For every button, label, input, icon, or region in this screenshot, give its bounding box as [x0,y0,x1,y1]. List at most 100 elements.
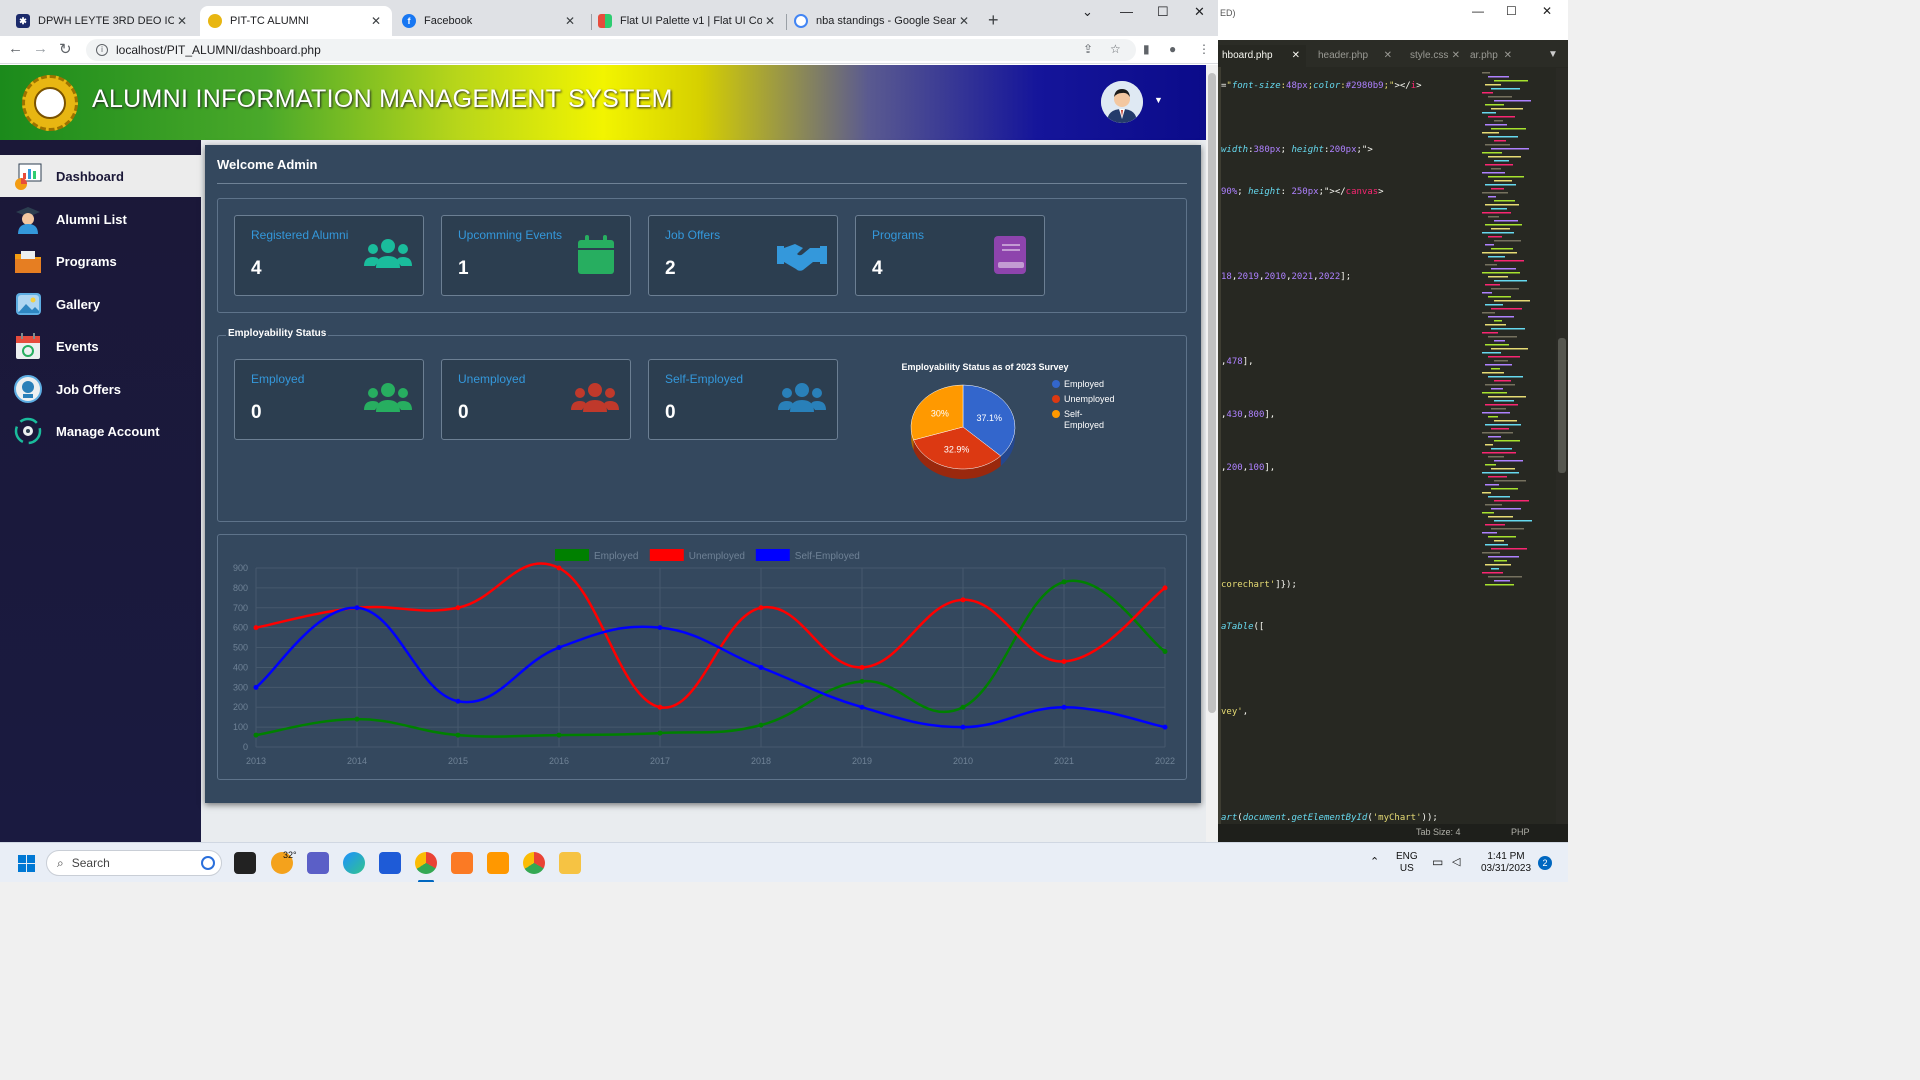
sidebar-item-alumni-list[interactable]: Alumni List [0,198,201,240]
user-avatar[interactable] [1101,81,1143,123]
data-point-unemployed[interactable] [960,597,966,603]
store-icon[interactable] [379,852,401,874]
stat-card-registered-alumni[interactable]: Registered Alumni 4 [234,215,424,296]
data-point-unemployed[interactable] [455,605,461,611]
task-view-icon[interactable] [234,852,256,874]
profile-icon[interactable]: ● [1169,42,1176,56]
legend-label[interactable]: Unemployed [689,551,745,562]
data-point-employed[interactable] [657,730,663,736]
tray-chevron-up-icon[interactable]: ⌃ [1370,856,1379,868]
tab-pit-tc-alumni[interactable]: PIT-TC ALUMNI ✕ [200,6,392,36]
forward-arrow-icon[interactable]: → [33,40,48,57]
legend-swatch[interactable] [755,549,790,561]
editor-close-button[interactable]: ✕ [1542,4,1552,18]
close-icon[interactable]: ✕ [368,14,384,28]
stat-card-upcomming-events[interactable]: Upcomming Events 1 [441,215,631,296]
taskbar-search-box[interactable]: ⌕ Search [46,850,222,876]
data-point-self-employed[interactable] [960,724,966,730]
data-point-self-employed[interactable] [253,684,259,690]
close-icon[interactable]: ✕ [762,14,778,28]
sidebar-item-gallery[interactable]: Gallery [0,283,201,325]
tab-search-chevron-icon[interactable]: ⌄ [1082,4,1093,20]
editor-scrollbar[interactable] [1556,68,1568,824]
sidebar-item-events[interactable]: Events [0,325,201,367]
maximize-button[interactable]: ☐ [1157,4,1169,20]
page-scrollbar[interactable] [1206,65,1218,842]
editor-tab-dashboard[interactable]: hboard.php ✕ [1218,45,1306,67]
editor-maximize-button[interactable]: ☐ [1506,4,1517,18]
data-point-self-employed[interactable] [859,704,865,710]
bookmark-star-icon[interactable]: ☆ [1110,42,1121,56]
data-point-unemployed[interactable] [758,605,764,611]
stat-card-programs[interactable]: Programs 4 [855,215,1045,296]
data-point-unemployed[interactable] [1061,658,1067,664]
tab-facebook[interactable]: f Facebook ✕ [394,6,586,36]
edge-icon[interactable] [343,852,365,874]
stat-card-job-offers[interactable]: Job Offers 2 [648,215,838,296]
data-point-employed[interactable] [960,704,966,710]
sidebar-item-programs[interactable]: Programs [0,240,201,282]
teams-icon[interactable] [307,852,329,874]
legend-label[interactable]: Employed [594,551,638,562]
address-bar[interactable]: i localhost/PIT_ALUMNI/dashboard.php [86,39,1136,61]
side-panel-icon[interactable]: ▮ [1143,42,1150,56]
minimize-button[interactable]: — [1120,4,1133,19]
data-point-unemployed[interactable] [859,664,865,670]
status-card-unemployed[interactable]: Unemployed 0 [441,359,631,440]
data-point-self-employed[interactable] [758,664,764,670]
code-minimap[interactable] [1476,68,1566,588]
tab-size-status[interactable]: Tab Size: 4 [1416,827,1461,837]
data-point-employed[interactable] [253,732,259,738]
file-explorer-icon[interactable] [559,852,581,874]
clock[interactable]: 1:41 PM 03/31/2023 [1476,851,1536,875]
close-icon[interactable]: ✕ [1504,45,1512,67]
data-point-unemployed[interactable] [657,704,663,710]
volume-icon[interactable]: ◁ [1452,856,1460,868]
close-icon[interactable]: ✕ [1384,45,1392,67]
new-tab-button[interactable]: + [988,10,999,31]
data-point-employed[interactable] [758,722,764,728]
close-icon[interactable]: ✕ [1452,45,1460,67]
data-point-unemployed[interactable] [1162,585,1168,591]
legend-label[interactable]: Self-Employed [795,551,860,562]
network-icon[interactable]: ▭ [1432,856,1443,868]
tab-dpwh[interactable]: ✱ DPWH LEYTE 3RD DEO ICT EQUIP ✕ [8,6,198,36]
chrome-profile-icon[interactable] [523,852,545,874]
data-point-employed[interactable] [1061,579,1067,585]
site-info-icon[interactable]: i [96,44,108,56]
data-point-self-employed[interactable] [1162,724,1168,730]
tab-flat-ui-palette[interactable]: Flat UI Palette v1 | Flat UI Colo ✕ [590,6,786,36]
close-icon[interactable]: ✕ [956,14,972,28]
data-point-employed[interactable] [455,732,461,738]
close-icon[interactable]: ✕ [1292,45,1300,67]
xampp-icon[interactable] [451,852,473,874]
editor-tab-style[interactable]: style.css ✕ [1400,45,1466,67]
data-point-employed[interactable] [859,678,865,684]
data-point-unemployed[interactable] [556,565,562,571]
editor-tab-header[interactable]: header.php ✕ [1308,45,1398,67]
tab-google-search[interactable]: nba standings - Google Search ✕ [786,6,980,36]
syntax-status[interactable]: PHP [1511,827,1530,837]
sidebar-item-dashboard[interactable]: Dashboard [0,155,201,197]
sublime-text-icon[interactable] [487,852,509,874]
back-arrow-icon[interactable]: ← [8,40,23,57]
sidebar-item-job-offers[interactable]: Job Offers [0,368,201,410]
chrome-icon[interactable] [415,852,437,874]
data-point-employed[interactable] [354,716,360,722]
close-window-button[interactable]: ✕ [1194,4,1205,20]
status-card-self-employed[interactable]: Self-Employed 0 [648,359,838,440]
legend-swatch[interactable] [555,549,589,561]
menu-kebab-icon[interactable]: ⋮ [1198,42,1210,56]
editor-minimize-button[interactable]: — [1472,4,1484,18]
scrollbar-thumb[interactable] [1208,73,1216,713]
sidebar-item-manage-account[interactable]: Manage Account [0,410,201,452]
data-point-self-employed[interactable] [1061,704,1067,710]
data-point-self-employed[interactable] [556,645,562,651]
language-indicator[interactable]: ENG US [1396,851,1418,875]
close-icon[interactable]: ✕ [174,14,190,28]
editor-tab-other[interactable]: ar.php ✕ [1466,45,1518,67]
reload-icon[interactable]: ↻ [59,40,72,58]
data-point-self-employed[interactable] [657,625,663,631]
editor-scroll-thumb[interactable] [1558,338,1566,473]
data-point-employed[interactable] [1162,649,1168,655]
